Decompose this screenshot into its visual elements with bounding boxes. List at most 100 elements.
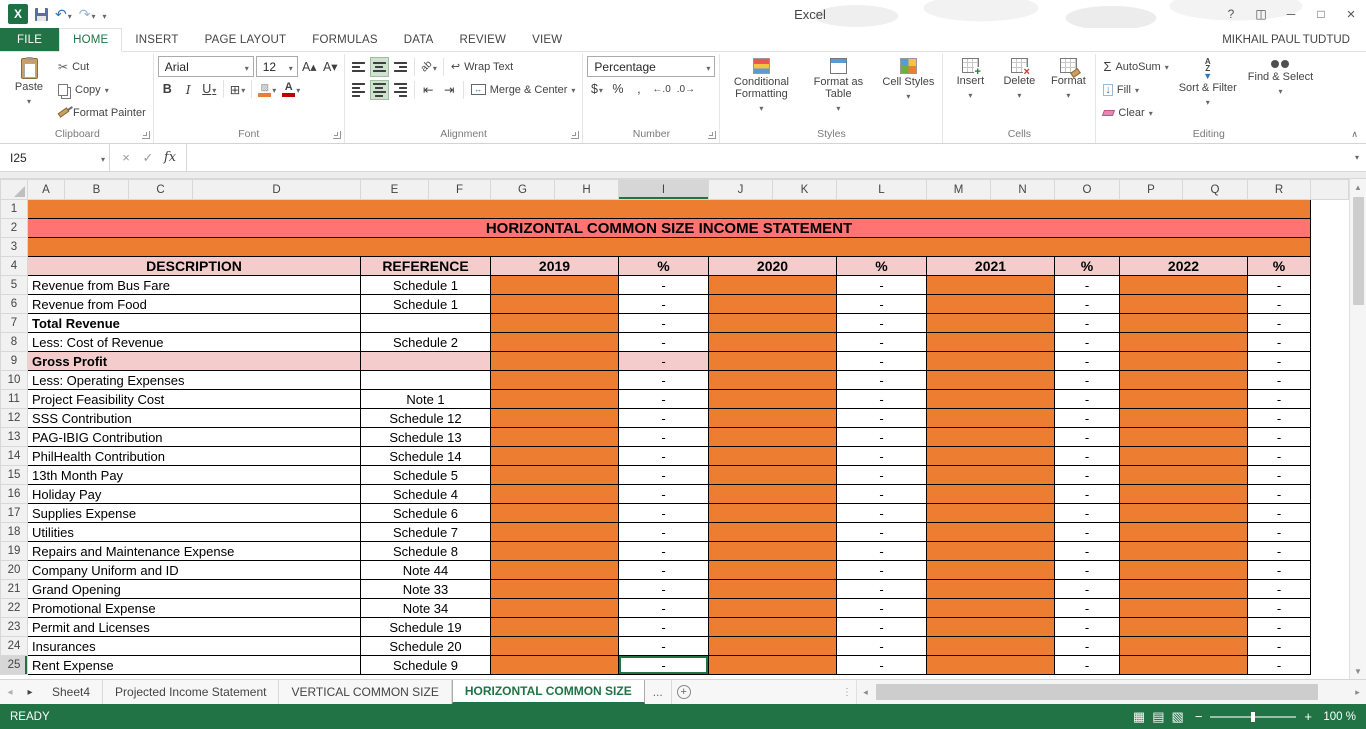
alignment-dialog-launcher-icon[interactable] — [571, 131, 580, 139]
cell-year2019-row12[interactable] — [490, 408, 619, 428]
ribbon-display-options-button[interactable]: ◫ — [1246, 2, 1276, 26]
cell-description-row6[interactable]: Revenue from Food — [27, 294, 361, 314]
clipboard-dialog-launcher-icon[interactable] — [141, 131, 150, 139]
ribbon-tab-page-layout[interactable]: PAGE LAYOUT — [192, 28, 300, 51]
cell-year2022-row18[interactable] — [1119, 522, 1248, 542]
paste-button[interactable]: Paste — [6, 56, 52, 109]
cell-pct2021-row7[interactable]: - — [1054, 313, 1120, 333]
cell-year2019-row8[interactable] — [490, 332, 619, 352]
paste-dropdown-icon[interactable] — [27, 95, 31, 107]
header-year-2020[interactable]: 2020 — [708, 256, 837, 276]
cell-description-row13[interactable]: PAG-IBIG Contribution — [27, 427, 361, 447]
cell-pct2021-row13[interactable]: - — [1054, 427, 1120, 447]
copy-dropdown-icon[interactable] — [105, 84, 109, 96]
comma-style-button[interactable]: , — [629, 79, 648, 99]
column-header-J[interactable]: J — [708, 179, 773, 200]
bold-button[interactable]: B — [158, 79, 177, 99]
cell-year2022-row24[interactable] — [1119, 636, 1248, 656]
cell-description-row5[interactable]: Revenue from Bus Fare — [27, 275, 361, 295]
row-header-23[interactable]: 23 — [0, 617, 28, 637]
cell-year2021-row12[interactable] — [926, 408, 1055, 428]
cell-description-row15[interactable]: 13th Month Pay — [27, 465, 361, 485]
align-left-button[interactable] — [349, 80, 368, 100]
cell-pct2019-row13[interactable]: - — [618, 427, 709, 447]
cell-pct2019-row6[interactable]: - — [618, 294, 709, 314]
cell-reference-row25[interactable]: Schedule 9 — [360, 655, 491, 675]
cut-button[interactable]: ✂ Cut — [55, 56, 149, 77]
sheet-tab-sheet4[interactable]: Sheet4 — [40, 680, 104, 704]
header-percent-2021[interactable]: % — [1054, 256, 1120, 276]
cell-year2021-row11[interactable] — [926, 389, 1055, 409]
redo-button[interactable]: ↷ — [79, 7, 96, 21]
cell-pct2022-row22[interactable]: - — [1247, 598, 1311, 618]
column-header-K[interactable]: K — [772, 179, 837, 200]
format-as-table-button[interactable]: Format as Table — [801, 56, 875, 116]
cell-year2021-row23[interactable] — [926, 617, 1055, 637]
cell-reference-row6[interactable]: Schedule 1 — [360, 294, 491, 314]
header-percent-2020[interactable]: % — [836, 256, 927, 276]
cell-pct2019-row15[interactable]: - — [618, 465, 709, 485]
cell-reference-row17[interactable]: Schedule 6 — [360, 503, 491, 523]
cell-pct2021-row23[interactable]: - — [1054, 617, 1120, 637]
cell-year2019-row18[interactable] — [490, 522, 619, 542]
cell-pct2020-row25[interactable]: - — [836, 655, 927, 675]
cell-pct2021-row12[interactable]: - — [1054, 408, 1120, 428]
cell-reference-row16[interactable]: Schedule 4 — [360, 484, 491, 504]
row-header-18[interactable]: 18 — [0, 522, 28, 542]
horizontal-scroll-track[interactable] — [874, 680, 1349, 704]
cell-pct2020-row12[interactable]: - — [836, 408, 927, 428]
cell-year2022-row7[interactable] — [1119, 313, 1248, 333]
minimize-button[interactable]: ─ — [1276, 2, 1306, 26]
cell-year2020-row13[interactable] — [708, 427, 837, 447]
header-reference[interactable]: REFERENCE — [360, 256, 491, 276]
cell-pct2020-row10[interactable]: - — [836, 370, 927, 390]
cell-year2022-row23[interactable] — [1119, 617, 1248, 637]
cell-year2020-row16[interactable] — [708, 484, 837, 504]
cell-pct2019-row5[interactable]: - — [618, 275, 709, 295]
cell-year2019-row21[interactable] — [490, 579, 619, 599]
vertical-scroll-thumb[interactable] — [1352, 197, 1364, 305]
vertical-scrollbar[interactable]: ▲ ▼ — [1349, 179, 1366, 679]
cell-pct2019-row19[interactable]: - — [618, 541, 709, 561]
zoom-level[interactable]: 100 % — [1320, 711, 1356, 723]
normal-view-icon[interactable]: ▦ — [1133, 709, 1145, 725]
cell-year2022-row19[interactable] — [1119, 541, 1248, 561]
column-header-R[interactable]: R — [1247, 179, 1311, 200]
enter-button[interactable]: ✓ — [138, 150, 158, 166]
cell-pct2019-row14[interactable]: - — [618, 446, 709, 466]
cell-pct2019-row10[interactable]: - — [618, 370, 709, 390]
cell-reference-row21[interactable]: Note 33 — [360, 579, 491, 599]
help-button[interactable]: ? — [1216, 2, 1246, 26]
column-header-O[interactable]: O — [1054, 179, 1120, 200]
insert-function-button[interactable]: fx — [160, 150, 180, 165]
cell-year2020-row21[interactable] — [708, 579, 837, 599]
cell-year2019-row13[interactable] — [490, 427, 619, 447]
cell-reference-row12[interactable]: Schedule 12 — [360, 408, 491, 428]
cell-pct2020-row6[interactable]: - — [836, 294, 927, 314]
cell-pct2019-row24[interactable]: - — [618, 636, 709, 656]
fill-color-button[interactable]: ▨ — [256, 79, 278, 99]
delete-cells-dropdown-icon[interactable] — [1017, 89, 1021, 101]
header-year-2022[interactable]: 2022 — [1119, 256, 1248, 276]
row-header-17[interactable]: 17 — [0, 503, 28, 523]
column-header-A[interactable]: A — [27, 179, 65, 200]
cell-pct2019-row9[interactable]: - — [618, 351, 709, 371]
horizontal-scrollbar[interactable]: ◂ ▸ — [856, 680, 1366, 704]
column-header-P[interactable]: P — [1119, 179, 1183, 200]
column-header-E[interactable]: E — [360, 179, 429, 200]
cell-description-row17[interactable]: Supplies Expense — [27, 503, 361, 523]
cell-year2021-row16[interactable] — [926, 484, 1055, 504]
increase-indent-button[interactable]: ⇥ — [440, 80, 459, 100]
cell-year2019-row7[interactable] — [490, 313, 619, 333]
cell-pct2022-row25[interactable]: - — [1247, 655, 1311, 675]
grow-font-button[interactable]: A▴ — [300, 57, 319, 77]
sort-filter-button[interactable]: A Z ▼ Sort & Filter — [1175, 56, 1241, 110]
cell-year2019-row6[interactable] — [490, 294, 619, 314]
cell-year2020-row12[interactable] — [708, 408, 837, 428]
cell-pct2022-row5[interactable]: - — [1247, 275, 1311, 295]
cell-description-row22[interactable]: Promotional Expense — [27, 598, 361, 618]
cell-pct2022-row19[interactable]: - — [1247, 541, 1311, 561]
cell-pct2021-row21[interactable]: - — [1054, 579, 1120, 599]
cell-pct2022-row20[interactable]: - — [1247, 560, 1311, 580]
cell-year2022-row25[interactable] — [1119, 655, 1248, 675]
